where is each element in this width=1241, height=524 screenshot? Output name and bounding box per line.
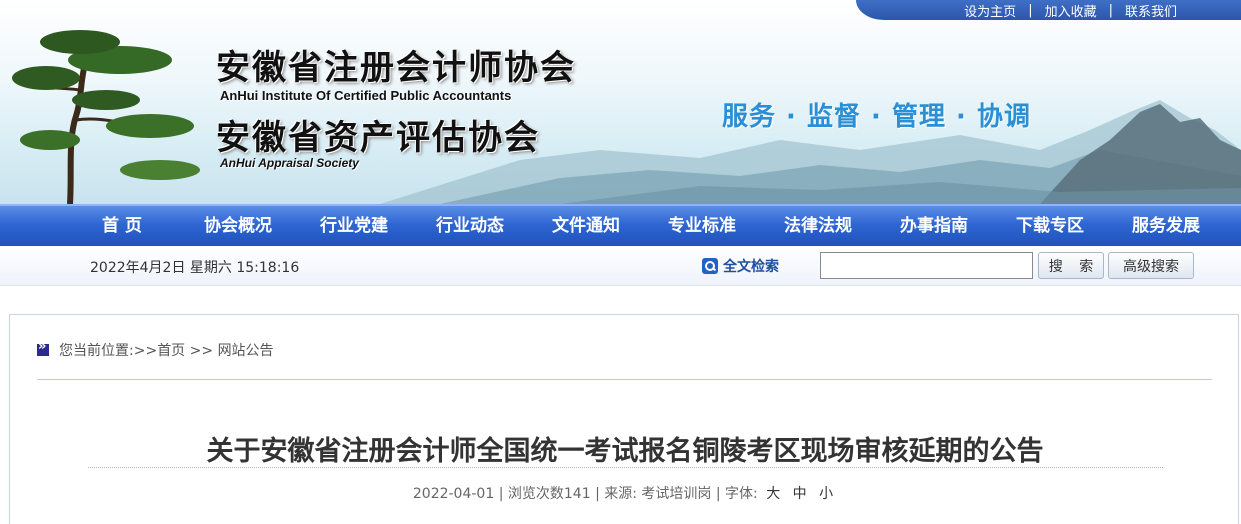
views-label: 浏览次数 [507,486,564,502]
article-date: 2022-04-01 [412,486,495,502]
breadcrumb-separator: >> [189,343,214,359]
site-banner: 安徽省注册会计师协会 AnHui Institute Of Certified … [0,0,1241,204]
breadcrumb-current-link[interactable]: 网站公告 [218,343,274,359]
title-divider [88,467,1163,468]
fulltext-search-link[interactable]: 全文检索 [702,256,779,276]
main-nav: 首 页 协会概况 行业党建 行业动态 文件通知 专业标准 法律法规 办事指南 下… [0,204,1241,246]
pine-tree-logo [12,30,200,204]
nav-item-party-building[interactable]: 行业党建 [296,206,412,246]
article-title: 关于安徽省注册会计师全国统一考试报名铜陵考区现场审核延期的公告 [206,436,1044,467]
fulltext-search-label: 全文检索 [723,259,779,275]
org-name-cn-secondary: 安徽省资产评估协会 [216,118,540,158]
slogan: 服务 · 监督 · 管理 · 协调 [722,102,1031,132]
contact-us-link[interactable]: 联系我们 [1113,1,1189,20]
nav-item-downloads[interactable]: 下载专区 [992,206,1108,246]
breadcrumb: 您当前位置:>>首页 >> 网站公告 [37,339,274,360]
top-links: 设为主页 | 加入收藏 | 联系我们 [856,0,1241,20]
nav-item-news[interactable]: 行业动态 [412,206,528,246]
search-input[interactable] [820,252,1033,279]
org-name-en-secondary: AnHui Appraisal Society [220,156,359,170]
set-homepage-link[interactable]: 设为主页 [952,1,1028,20]
font-size-large-button[interactable]: 大 [766,486,780,502]
nav-item-home[interactable]: 首 页 [64,206,180,246]
font-size-label: 字体: [725,486,758,502]
content-panel: 您当前位置:>>首页 >> 网站公告 关于安徽省注册会计师全国统一考试报名铜陵考… [9,314,1239,524]
breadcrumb-prefix: 您当前位置:>> [59,343,158,359]
add-favorite-link[interactable]: 加入收藏 [1033,1,1109,20]
views-count: 141 [563,486,591,502]
article-meta: 2022-04-01 | 浏览次数141 | 来源: 考试培训岗 | 字体: 大… [412,486,834,502]
nav-item-notices[interactable]: 文件通知 [528,206,644,246]
nav-item-services[interactable]: 服务发展 [1108,206,1224,246]
current-datetime: 2022年4月2日 星期六 15:18:16 [90,260,300,276]
breadcrumb-home-link[interactable]: 首页 [157,343,185,359]
info-search-bar: 2022年4月2日 星期六 15:18:16 全文检索 搜 索 高级搜索 [0,246,1241,286]
font-size-small-button[interactable]: 小 [819,486,833,502]
search-button[interactable]: 搜 索 [1038,252,1104,279]
source-label: 来源: [604,486,637,502]
font-size-medium-button[interactable]: 中 [793,486,807,502]
nav-item-laws[interactable]: 法律法规 [760,206,876,246]
org-name-cn-primary: 安徽省注册会计师协会 [216,48,576,88]
org-name-en-primary: AnHui Institute Of Certified Public Acco… [220,88,512,103]
search-icon [702,258,718,274]
advanced-search-button[interactable]: 高级搜索 [1108,252,1194,279]
nav-item-guide[interactable]: 办事指南 [876,206,992,246]
nav-item-standards[interactable]: 专业标准 [644,206,760,246]
nav-item-about[interactable]: 协会概况 [180,206,296,246]
source-value: 考试培训岗 [641,486,712,502]
double-chevron-icon [37,339,49,356]
divider [37,379,1212,380]
